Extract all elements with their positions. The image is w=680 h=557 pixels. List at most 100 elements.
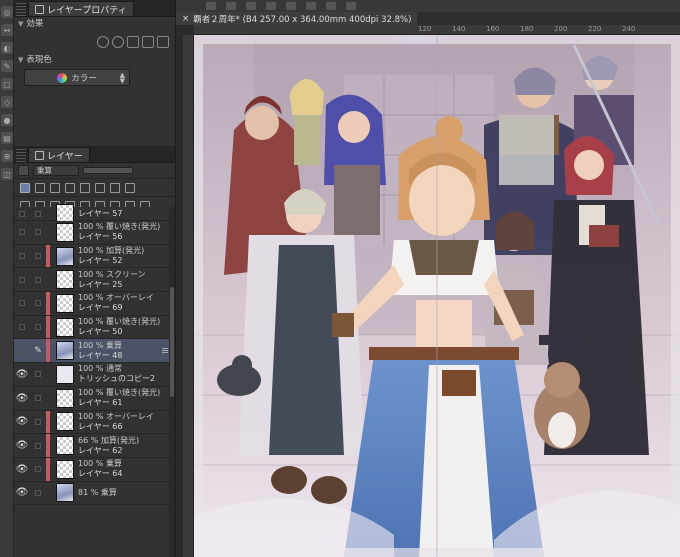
command-icon[interactable] [346, 2, 356, 10]
lock-slot[interactable] [30, 221, 46, 244]
tool-icon[interactable]: ◫ [1, 168, 13, 180]
layer-row[interactable]: 100 % 覆い焼き(発光) レイヤー 50 [14, 315, 175, 340]
eye-icon[interactable]: 👁 [14, 387, 30, 410]
lock-slot[interactable] [30, 245, 46, 268]
layer-row[interactable]: ✎ 100 % 乗算 レイヤー 48 [14, 339, 175, 364]
layer-menu-icon[interactable] [162, 348, 168, 354]
reference-layer-icon[interactable] [35, 182, 45, 193]
lock-slot[interactable] [30, 292, 46, 315]
layer-row[interactable]: 👁 81 % 乗算 [14, 481, 175, 506]
tool-icon[interactable]: ✎ [1, 60, 13, 72]
layer-name: レイヤー 48 [78, 350, 123, 360]
hidden-eye-slot[interactable] [14, 339, 30, 362]
hidden-eye-slot[interactable] [14, 221, 30, 244]
lock-slot[interactable] [30, 363, 46, 386]
draft-layer-icon[interactable] [50, 182, 60, 193]
layer-color-icon[interactable] [142, 36, 154, 48]
tool-icon[interactable]: ◇ [1, 96, 13, 108]
layer-row[interactable]: 100 % オーバーレイ レイヤー 69 [14, 292, 175, 316]
eye-icon[interactable]: 👁 [14, 434, 30, 457]
hidden-eye-slot[interactable] [14, 207, 30, 220]
tool-icon[interactable]: ⊕ [1, 150, 13, 162]
layer-text: 100 % オーバーレイ レイヤー 69 [78, 293, 154, 313]
command-icon[interactable] [246, 2, 256, 10]
close-icon[interactable]: × [182, 14, 189, 24]
blend-mode-select[interactable]: 乗算 [33, 165, 79, 176]
lock-transparency-icon[interactable] [80, 182, 90, 193]
more-effects-icon[interactable] [157, 36, 169, 48]
layer-text: 100 % 覆い焼き(発光) レイヤー 61 [78, 388, 160, 408]
command-icon[interactable] [326, 2, 336, 10]
command-icon[interactable] [306, 2, 316, 10]
command-icon[interactable] [266, 2, 276, 10]
layer-row[interactable]: 100 % 覆い焼き(発光) レイヤー 56 [14, 221, 175, 245]
expression-color-header: ▼ 表現色 [14, 53, 175, 67]
layer-row[interactable]: レイヤー 57 [14, 204, 175, 223]
tab-layer[interactable]: レイヤー [28, 147, 90, 162]
lock-slot[interactable] [30, 387, 46, 410]
lock-slot[interactable] [30, 268, 46, 291]
command-bar [176, 0, 680, 12]
palette-color-icon[interactable] [125, 182, 135, 193]
lock-icon[interactable] [65, 182, 75, 193]
layer-name: レイヤー 56 [78, 232, 123, 242]
panel-menu-icon[interactable] [18, 165, 29, 176]
hidden-eye-slot[interactable] [14, 268, 30, 291]
layer-row[interactable]: 👁 100 % 乗算 レイヤー 64 [14, 457, 175, 482]
command-icon[interactable] [206, 2, 216, 10]
pen-edit-icon[interactable]: ✎ [30, 339, 46, 362]
lock-slot[interactable] [30, 316, 46, 339]
command-icon[interactable] [226, 2, 236, 10]
layer-scroll-thumb[interactable] [170, 287, 174, 397]
tab-layer-property[interactable]: レイヤープロパティ [28, 1, 134, 16]
extract-line-icon[interactable] [127, 36, 139, 48]
tool-icon[interactable]: ▢ [1, 78, 13, 90]
canvas-artwork[interactable] [194, 35, 680, 557]
eye-icon[interactable]: 👁 [14, 458, 30, 481]
tab-document[interactable]: × 覇者２周年* (B4 257.00 x 364.00mm 400dpi 32… [176, 12, 418, 25]
layer-row[interactable]: 👁 66 % 加算(発光) レイヤー 62 [14, 434, 175, 458]
eye-icon[interactable]: 👁 [14, 411, 30, 434]
eye-icon[interactable]: 👁 [14, 363, 30, 386]
mask-enable-icon[interactable] [95, 182, 105, 193]
tool-icon[interactable]: ◎ [1, 6, 13, 18]
drag-grip-icon[interactable] [16, 3, 26, 16]
hidden-eye-slot[interactable] [14, 316, 30, 339]
eye-icon[interactable]: 👁 [14, 482, 30, 505]
tone-effect-icon[interactable] [112, 36, 124, 48]
tool-icon[interactable]: ● [1, 114, 13, 126]
tool-icon[interactable]: ◐ [1, 42, 13, 54]
opacity-slider[interactable] [83, 167, 133, 174]
layer-name: トリッシュのコピー2 [78, 374, 156, 384]
layer-row[interactable]: 👁 100 % 覆い焼き(発光) レイヤー 61 [14, 386, 175, 411]
hidden-eye-slot[interactable] [14, 245, 30, 268]
layer-row[interactable]: 👁 100 % 通常 トリッシュのコピー2 [14, 363, 175, 387]
lock-slot[interactable] [30, 411, 46, 434]
hidden-eye-slot[interactable] [14, 292, 30, 315]
ruler-icon[interactable] [110, 182, 120, 193]
layer-thumbnail [56, 317, 74, 337]
effect-section-header[interactable]: ▼ 効果 [14, 17, 175, 31]
layer-row[interactable]: 100 % 加算(発光) レイヤー 52 [14, 244, 175, 269]
clip-indicator [46, 410, 50, 434]
ruler-tick: 180 [520, 25, 534, 33]
layer-row[interactable]: 100 % スクリーン レイヤー 25 [14, 268, 175, 293]
lock-slot[interactable] [30, 434, 46, 457]
command-icon[interactable] [286, 2, 296, 10]
lock-slot[interactable] [30, 482, 46, 505]
border-effect-icon[interactable] [97, 36, 109, 48]
layer-property-tabbar: レイヤープロパティ [14, 0, 175, 17]
tool-icon[interactable]: ↔ [1, 24, 13, 36]
illustration [194, 35, 680, 557]
layer-panel-tabbar: レイヤー [14, 146, 175, 163]
layer-scrollbar[interactable] [169, 207, 175, 557]
drag-grip-icon[interactable] [16, 149, 26, 162]
expression-color-select[interactable]: カラー ▲ ▼ [24, 69, 130, 86]
layer-row[interactable]: 👁 100 % オーバーレイ レイヤー 66 [14, 410, 175, 435]
layer-blend-info: 100 % 加算(発光) [78, 246, 145, 256]
lock-slot[interactable] [30, 458, 46, 481]
lock-slot[interactable] [30, 207, 46, 220]
layer-text: レイヤー 57 [78, 209, 122, 219]
clip-layer-icon[interactable] [20, 182, 30, 193]
tool-icon[interactable]: ▤ [1, 132, 13, 144]
